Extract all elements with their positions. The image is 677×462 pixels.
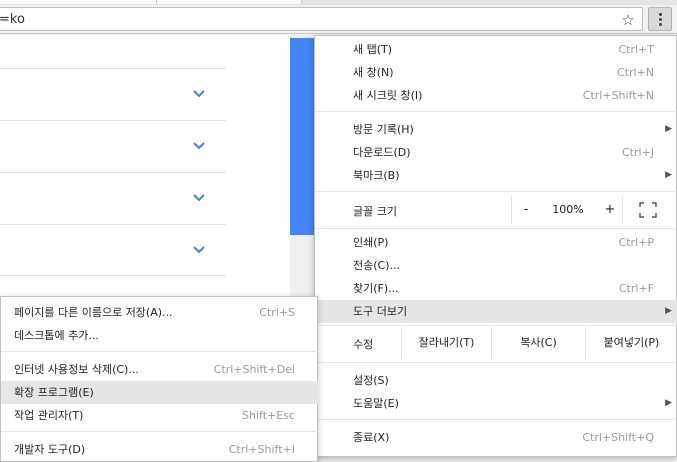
chrome-main-menu: 새 탭(T) Ctrl+T 새 창(N) Ctrl+N 새 시크릿 창(I) C… xyxy=(314,35,677,457)
menu-item-label: 찾기(F)... xyxy=(353,282,399,295)
menu-separator xyxy=(315,362,677,363)
menu-item-settings[interactable]: 설정(S) xyxy=(315,369,677,392)
chevron-down-icon xyxy=(193,246,205,254)
settings-row[interactable] xyxy=(0,224,226,276)
chevron-down-icon xyxy=(193,142,205,150)
menu-item-shortcut: Ctrl+N xyxy=(616,66,654,79)
menu-item-exit[interactable]: 종료(X) Ctrl+Shift+Q xyxy=(315,426,677,449)
menu-item-shortcut: Ctrl+J xyxy=(621,146,654,159)
more-tools-submenu: 페이지를 다른 이름으로 저장(A)... Ctrl+S 데스크톱에 추가...… xyxy=(0,296,319,462)
settings-card xyxy=(0,35,226,295)
star-icon[interactable]: ☆ xyxy=(619,11,637,29)
menu-item-cast[interactable]: 전송(C)... xyxy=(315,254,677,277)
kebab-menu-icon xyxy=(659,18,662,21)
submenu-item-add-to-desktop[interactable]: 데스크톱에 추가... xyxy=(1,324,319,347)
zoom-level: 100% xyxy=(552,203,584,216)
submenu-separator xyxy=(1,431,319,432)
menu-item-bookmarks[interactable]: 북마크(B) ▶ xyxy=(315,164,677,187)
menu-item-more-tools[interactable]: 도구 더보기 ▶ xyxy=(315,300,677,323)
menu-item-label: 새 탭(T) xyxy=(353,43,393,56)
submenu-item-shortcut: Ctrl+Shift+Del xyxy=(213,363,295,376)
submenu-item-save-page-as[interactable]: 페이지를 다른 이름으로 저장(A)... Ctrl+S xyxy=(1,301,319,324)
zoom-in-button[interactable]: + xyxy=(596,196,624,224)
kebab-menu-icon xyxy=(659,23,662,26)
menu-item-help[interactable]: 도움말(E) ▶ xyxy=(315,392,677,415)
menu-item-shortcut: Ctrl+F xyxy=(618,282,654,295)
submenu-item-label: 인터넷 사용정보 삭제(C)... xyxy=(14,363,139,376)
address-bar-text: =ko xyxy=(0,12,25,27)
menu-item-label: 도구 더보기 xyxy=(353,305,408,318)
menu-separator xyxy=(315,419,677,420)
zoom-out-button[interactable]: - xyxy=(512,196,540,224)
menu-separator xyxy=(315,325,677,326)
menu-item-print[interactable]: 인쇄(P) Ctrl+P xyxy=(315,231,677,254)
menu-item-label: 인쇄(P) xyxy=(353,236,389,249)
menu-zoom-row: 글꼴 크기 - 100% + xyxy=(315,196,677,224)
menu-item-label: 종료(X) xyxy=(353,431,390,444)
submenu-item-label: 데스크톱에 추가... xyxy=(14,329,99,342)
chevron-down-icon xyxy=(193,194,205,202)
settings-row[interactable] xyxy=(0,68,226,120)
menu-edit-row: 수정 잘라내기(T) 복사(C) 붙여넣기(P) xyxy=(315,327,677,359)
settings-row[interactable] xyxy=(0,120,226,172)
menu-item-label: 전송(C)... xyxy=(353,259,400,272)
submenu-item-extensions[interactable]: 확장 프로그램(E) xyxy=(1,381,319,404)
tab-strip-segment xyxy=(0,0,157,4)
submenu-item-shortcut: Ctrl+S xyxy=(259,306,295,319)
menu-item-find[interactable]: 찾기(F)... Ctrl+F xyxy=(315,277,677,300)
paste-button[interactable]: 붙여넣기(P) xyxy=(585,327,677,359)
submenu-item-label: 페이지를 다른 이름으로 저장(A)... xyxy=(14,306,173,319)
copy-button[interactable]: 복사(C) xyxy=(491,327,585,359)
menu-item-new-tab[interactable]: 새 탭(T) Ctrl+T xyxy=(315,38,677,61)
submenu-separator xyxy=(1,351,319,352)
submenu-arrow-icon: ▶ xyxy=(665,124,672,134)
menu-item-shortcut: Ctrl+P xyxy=(618,236,654,249)
menu-item-new-window[interactable]: 새 창(N) Ctrl+N xyxy=(315,61,677,84)
menu-item-shortcut: Ctrl+T xyxy=(618,43,654,56)
submenu-item-label: 확장 프로그램(E) xyxy=(14,386,94,399)
browser-toolbar: =ko ☆ xyxy=(0,5,677,34)
menu-item-new-incognito-window[interactable]: 새 시크릿 창(I) Ctrl+Shift+N xyxy=(315,84,677,107)
submenu-item-shortcut: Ctrl+Shift+I xyxy=(228,443,295,456)
menu-item-label: 설정(S) xyxy=(353,374,389,387)
address-bar[interactable]: =ko ☆ xyxy=(0,7,643,31)
menu-item-label: 도움말(E) xyxy=(353,397,399,410)
edit-label: 수정 xyxy=(353,338,374,351)
fullscreen-icon[interactable] xyxy=(639,202,657,218)
submenu-item-label: 작업 관리자(T) xyxy=(14,409,84,422)
scrollbar-thumb[interactable] xyxy=(290,38,314,235)
menu-item-shortcut: Ctrl+Shift+Q xyxy=(582,431,654,444)
menu-separator xyxy=(315,111,677,112)
chrome-menu-button[interactable] xyxy=(648,7,672,31)
menu-item-label: 방문 기록(H) xyxy=(353,123,414,136)
cut-button[interactable]: 잘라내기(T) xyxy=(401,327,491,359)
menu-item-downloads[interactable]: 다운로드(D) Ctrl+J xyxy=(315,141,677,164)
kebab-menu-icon xyxy=(659,13,662,16)
menu-separator xyxy=(315,191,677,192)
menu-separator xyxy=(315,228,677,229)
submenu-item-label: 개발자 도구(D) xyxy=(14,443,86,456)
tab-strip-segment xyxy=(157,0,302,4)
menu-item-label: 다운로드(D) xyxy=(353,146,411,159)
zoom-label: 글꼴 크기 xyxy=(353,205,397,218)
submenu-item-task-manager[interactable]: 작업 관리자(T) Shift+Esc xyxy=(1,404,319,427)
menu-item-label: 새 창(N) xyxy=(353,66,394,79)
menu-item-history[interactable]: 방문 기록(H) ▶ xyxy=(315,118,677,141)
settings-row[interactable] xyxy=(0,172,226,224)
submenu-arrow-icon: ▶ xyxy=(665,306,672,316)
menu-item-label: 새 시크릿 창(I) xyxy=(353,89,423,102)
submenu-item-shortcut: Shift+Esc xyxy=(242,409,295,422)
submenu-arrow-icon: ▶ xyxy=(665,398,672,408)
submenu-item-developer-tools[interactable]: 개발자 도구(D) Ctrl+Shift+I xyxy=(1,438,319,461)
menu-item-shortcut: Ctrl+Shift+N xyxy=(582,89,654,102)
zoom-controls: - 100% + xyxy=(511,196,623,224)
chevron-down-icon xyxy=(193,90,205,98)
menu-item-label: 북마크(B) xyxy=(353,169,400,182)
submenu-arrow-icon: ▶ xyxy=(665,170,672,180)
submenu-item-clear-browsing-data[interactable]: 인터넷 사용정보 삭제(C)... Ctrl+Shift+Del xyxy=(1,358,319,381)
